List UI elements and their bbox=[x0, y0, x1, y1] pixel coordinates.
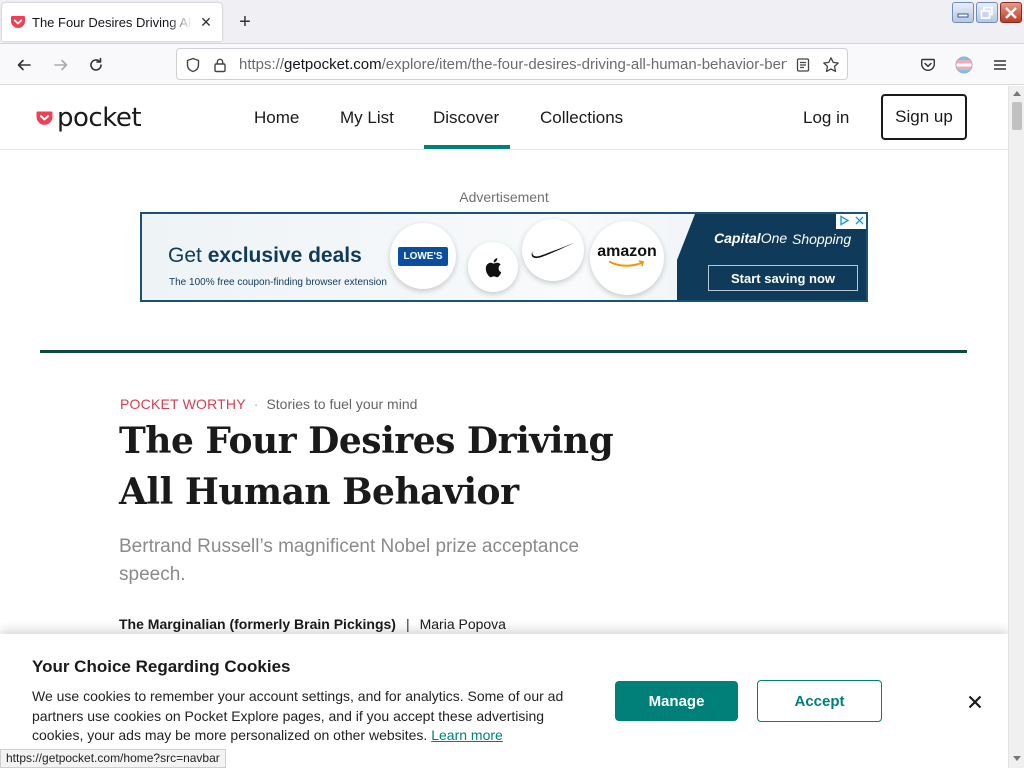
ad-cta-button[interactable]: Start saving now bbox=[708, 265, 858, 291]
nike-logo bbox=[522, 219, 584, 281]
bookmark-star-icon[interactable] bbox=[822, 56, 840, 74]
link-status-bar: https://getpocket.com/home?src=navbar bbox=[0, 749, 226, 768]
pocket-icon bbox=[10, 14, 26, 30]
pocket-save-icon[interactable] bbox=[915, 52, 941, 78]
tab-bar: The Four Desires Driving All Human Behav… bbox=[0, 0, 1024, 44]
window-controls bbox=[952, 2, 1022, 23]
publication-name: The Marginalian (formerly Brain Pickings… bbox=[119, 616, 396, 632]
account-avatar-icon[interactable] bbox=[951, 52, 977, 78]
article-title: The Four Desires Driving All Human Behav… bbox=[119, 420, 614, 513]
kicker-description: Stories to fuel your mind bbox=[266, 396, 418, 412]
url-bar[interactable]: https://getpocket.com/explore/item/the-f… bbox=[176, 48, 848, 80]
active-nav-indicator bbox=[424, 145, 510, 149]
ad-close-icon[interactable] bbox=[853, 214, 866, 227]
forward-icon[interactable] bbox=[48, 52, 74, 78]
new-tab-icon[interactable]: + bbox=[233, 9, 257, 35]
login-link[interactable]: Log in bbox=[803, 108, 849, 128]
scroll-up-icon[interactable] bbox=[1013, 91, 1021, 96]
cookie-close-icon[interactable] bbox=[965, 692, 985, 712]
url-text[interactable]: https://getpocket.com/explore/item/the-f… bbox=[239, 56, 787, 73]
capital-one-logo: CapitalOne bbox=[714, 230, 788, 246]
browser-tab[interactable]: The Four Desires Driving All Human Behav… bbox=[2, 3, 222, 41]
reload-icon[interactable] bbox=[83, 52, 109, 78]
article-kicker: POCKET WORTHY · Stories to fuel your min… bbox=[120, 396, 417, 412]
capital-one-shopping-text: Shopping bbox=[792, 231, 852, 247]
cookie-banner: Your Choice Regarding Cookies We use coo… bbox=[0, 634, 1008, 768]
kicker-separator: · bbox=[253, 396, 259, 412]
logo-text: pocket bbox=[57, 103, 142, 133]
web-page: pocket Home My List Discover Collections… bbox=[0, 86, 1008, 768]
cookie-body: We use cookies to remember your account … bbox=[32, 688, 564, 743]
lowes-logo: LOWE'S bbox=[390, 223, 456, 289]
apple-logo bbox=[468, 242, 518, 292]
nav-collections[interactable]: Collections bbox=[540, 108, 623, 128]
minimize-icon[interactable] bbox=[952, 2, 974, 23]
section-divider bbox=[40, 350, 967, 353]
pocket-worthy-tag[interactable]: POCKET WORTHY bbox=[120, 396, 246, 412]
back-icon[interactable] bbox=[11, 52, 37, 78]
site-header: pocket Home My List Discover Collections… bbox=[0, 86, 1008, 150]
tab-title: The Four Desires Driving All Human Behav… bbox=[32, 14, 192, 30]
page-scrollbar[interactable] bbox=[1008, 86, 1024, 768]
accept-cookies-button[interactable]: Accept bbox=[757, 680, 882, 722]
cookie-title: Your Choice Regarding Cookies bbox=[32, 657, 291, 676]
nav-discover[interactable]: Discover bbox=[433, 108, 499, 128]
restore-icon[interactable] bbox=[976, 2, 998, 23]
amazon-logo: amazon bbox=[590, 221, 664, 295]
nav-home[interactable]: Home bbox=[254, 108, 299, 128]
tab-close-icon[interactable]: ✕ bbox=[198, 14, 214, 31]
window-close-icon[interactable] bbox=[1000, 2, 1022, 23]
signup-button[interactable]: Sign up bbox=[881, 94, 967, 140]
ad-headline: Get exclusive deals bbox=[168, 244, 362, 267]
reader-view-icon[interactable] bbox=[794, 56, 812, 74]
article-byline: The Marginalian (formerly Brain Pickings… bbox=[119, 616, 506, 632]
tracking-shield-icon[interactable] bbox=[184, 56, 202, 74]
author-name: Maria Popova bbox=[419, 616, 506, 632]
manage-cookies-button[interactable]: Manage bbox=[615, 681, 738, 721]
ad-label: Advertisement bbox=[459, 189, 549, 205]
lock-icon[interactable] bbox=[211, 56, 229, 74]
article-subtitle: Bertrand Russell’s magnificent Nobel pri… bbox=[119, 536, 580, 585]
hamburger-menu-icon[interactable] bbox=[987, 52, 1013, 78]
pocket-logo-icon bbox=[36, 111, 53, 125]
nav-my-list[interactable]: My List bbox=[340, 108, 394, 128]
adchoices-icon[interactable] bbox=[838, 214, 851, 227]
nav-bar: https://getpocket.com/explore/item/the-f… bbox=[0, 44, 1024, 85]
ad-choices[interactable] bbox=[836, 214, 866, 229]
scroll-down-icon[interactable] bbox=[1013, 756, 1021, 761]
ad-subtext: The 100% free coupon-finding browser ext… bbox=[169, 277, 387, 288]
ad-banner[interactable]: Get exclusive deals The 100% free coupon… bbox=[140, 212, 868, 302]
pocket-logo[interactable]: pocket bbox=[36, 103, 142, 133]
learn-more-link[interactable]: Learn more bbox=[431, 727, 503, 743]
scrollbar-thumb[interactable] bbox=[1012, 102, 1022, 130]
byline-separator: | bbox=[405, 616, 410, 632]
